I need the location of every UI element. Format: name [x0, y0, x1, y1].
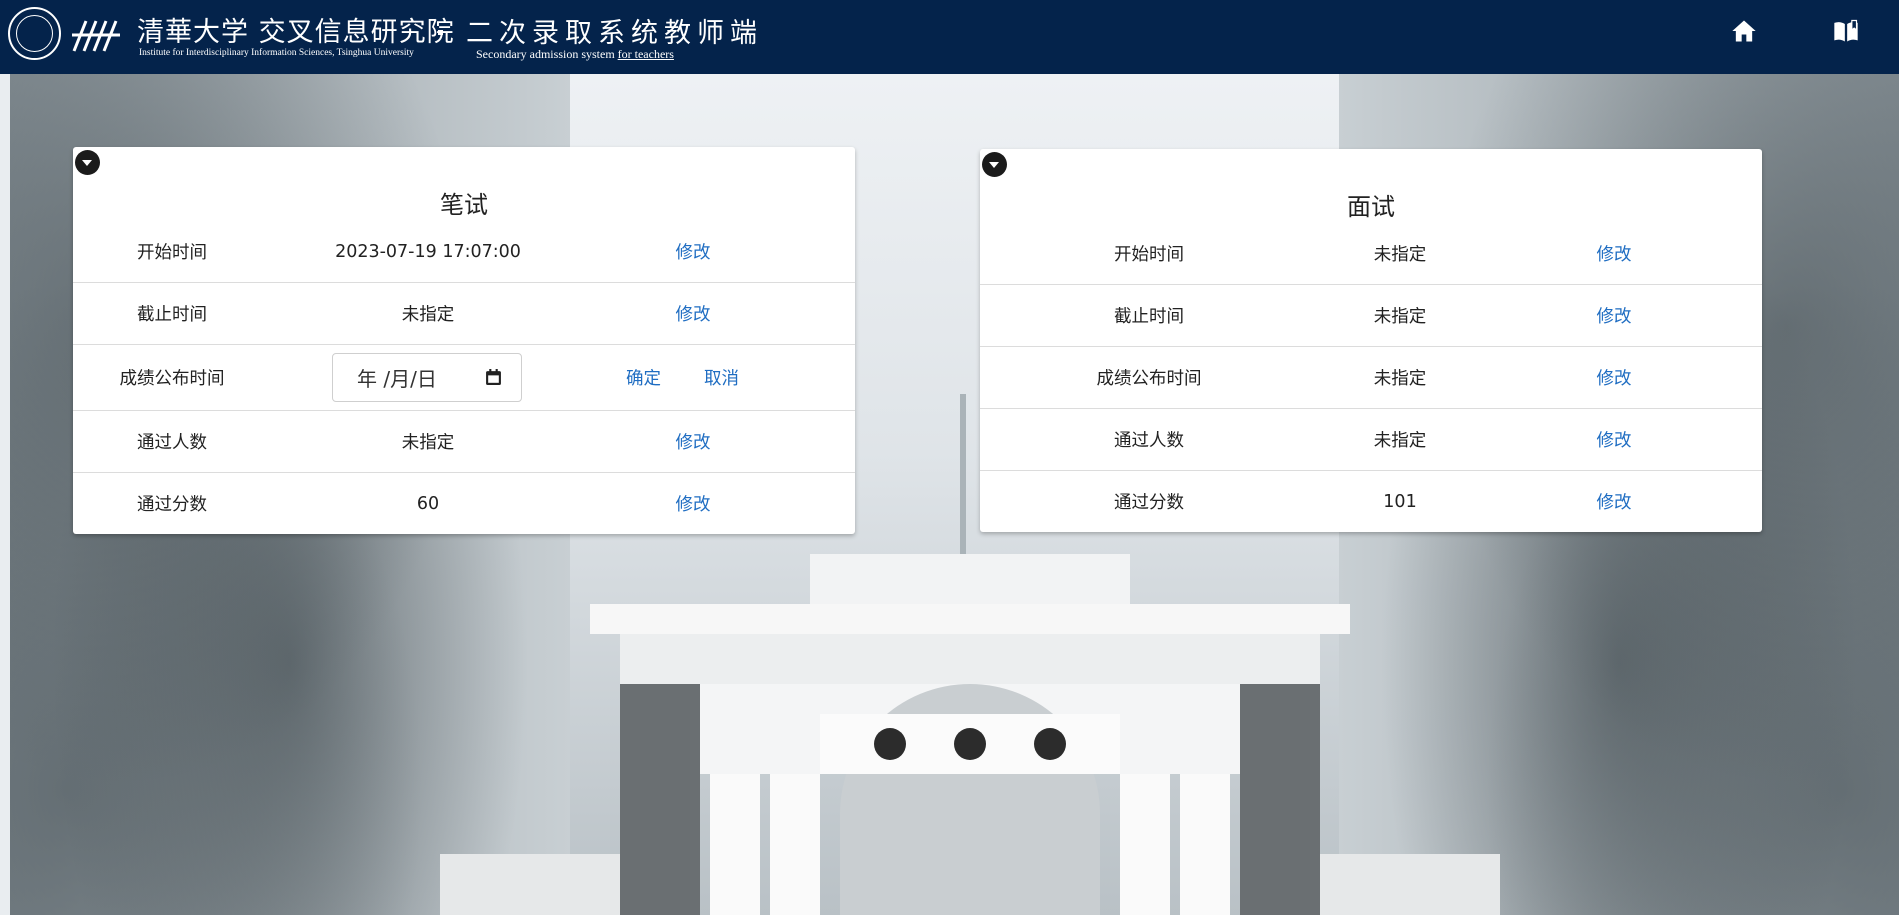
settings-row: 通过分数 60 修改 — [73, 473, 855, 534]
collapse-toggle-icon[interactable] — [982, 152, 1007, 177]
row-label: 截止时间 — [137, 305, 207, 325]
book-icon[interactable] — [1832, 17, 1860, 45]
written-exam-card: 笔试 开始时间 2023-07-19 17:07:00 修改 截止时间 未指定 … — [73, 147, 855, 534]
row-value: 未指定 — [1373, 431, 1427, 451]
system-title-en-prefix: Secondary admission system — [476, 47, 618, 61]
card-title: 笔试 — [440, 191, 488, 219]
confirm-button[interactable]: 确定 — [626, 365, 661, 390]
row-value: 60 — [416, 493, 440, 514]
edit-link[interactable]: 修改 — [613, 221, 773, 282]
edit-link[interactable]: 修改 — [613, 473, 773, 534]
date-placeholder: 年 /月/日 — [357, 367, 437, 391]
calendar-icon[interactable] — [485, 369, 502, 386]
row-value: 未指定 — [401, 433, 455, 453]
result-date-input[interactable]: 年 /月/日 — [332, 353, 522, 402]
home-icon[interactable] — [1730, 17, 1758, 45]
row-value: 101 — [1383, 491, 1417, 512]
edit-link[interactable]: 修改 — [1534, 471, 1694, 532]
row-value: 未指定 — [1373, 245, 1427, 265]
system-title-en: Secondary admission system for teachers — [476, 47, 674, 62]
institute-logo-icon — [72, 20, 120, 52]
row-value: 未指定 — [401, 305, 455, 325]
row-label: 开始时间 — [137, 243, 207, 263]
collapse-toggle-icon[interactable] — [75, 150, 100, 175]
settings-row: 成绩公布时间 年 /月/日 确定 取消 — [73, 345, 855, 411]
row-value: 未指定 — [1373, 307, 1427, 327]
card-title: 面试 — [1347, 193, 1395, 221]
row-label: 截止时间 — [1114, 307, 1184, 327]
header-separator — [438, 30, 443, 35]
university-seal-icon — [8, 7, 61, 60]
edit-link[interactable]: 修改 — [613, 283, 773, 344]
top-navbar: 清華大学 交叉信息研究院 Institute for Interdiscipli… — [0, 0, 1899, 74]
brand-title-en: Institute for Interdisciplinary Informat… — [139, 48, 414, 58]
settings-row: 开始时间 未指定 修改 — [980, 223, 1762, 285]
date-picker-cell: 年 /月/日 — [332, 345, 522, 410]
row-value: 2023-07-19 17:07:00 — [335, 241, 521, 262]
date-actions: 确定 取消 — [626, 345, 739, 410]
edit-link[interactable]: 修改 — [613, 411, 773, 472]
row-label: 成绩公布时间 — [119, 369, 225, 389]
row-label: 成绩公布时间 — [1096, 369, 1202, 389]
settings-row: 截止时间 未指定 修改 — [73, 283, 855, 345]
settings-row: 截止时间 未指定 修改 — [980, 285, 1762, 347]
edit-link[interactable]: 修改 — [1534, 223, 1694, 284]
settings-row: 成绩公布时间 未指定 修改 — [980, 347, 1762, 409]
system-title-cn: 二次录取系统教师端 — [466, 18, 763, 49]
row-label: 通过人数 — [1114, 431, 1184, 451]
edit-link[interactable]: 修改 — [1534, 347, 1694, 408]
row-label: 通过人数 — [137, 433, 207, 453]
settings-row: 开始时间 2023-07-19 17:07:00 修改 — [73, 221, 855, 283]
settings-row: 通过人数 未指定 修改 — [73, 411, 855, 473]
row-label: 通过分数 — [137, 495, 207, 515]
cancel-button[interactable]: 取消 — [704, 365, 739, 390]
brand-title-cn: 清華大学 交叉信息研究院 — [137, 17, 455, 48]
settings-row: 通过人数 未指定 修改 — [980, 409, 1762, 471]
edit-link[interactable]: 修改 — [1534, 409, 1694, 470]
row-value: 未指定 — [1373, 369, 1427, 389]
edit-link[interactable]: 修改 — [1534, 285, 1694, 346]
row-label: 开始时间 — [1114, 245, 1184, 265]
settings-row: 通过分数 101 修改 — [980, 471, 1762, 532]
interview-card: 面试 开始时间 未指定 修改 截止时间 未指定 修改 成绩公布时间 未指定 修改… — [980, 149, 1762, 532]
system-title-en-suffix: for teachers — [617, 47, 674, 61]
row-label: 通过分数 — [1114, 493, 1184, 513]
